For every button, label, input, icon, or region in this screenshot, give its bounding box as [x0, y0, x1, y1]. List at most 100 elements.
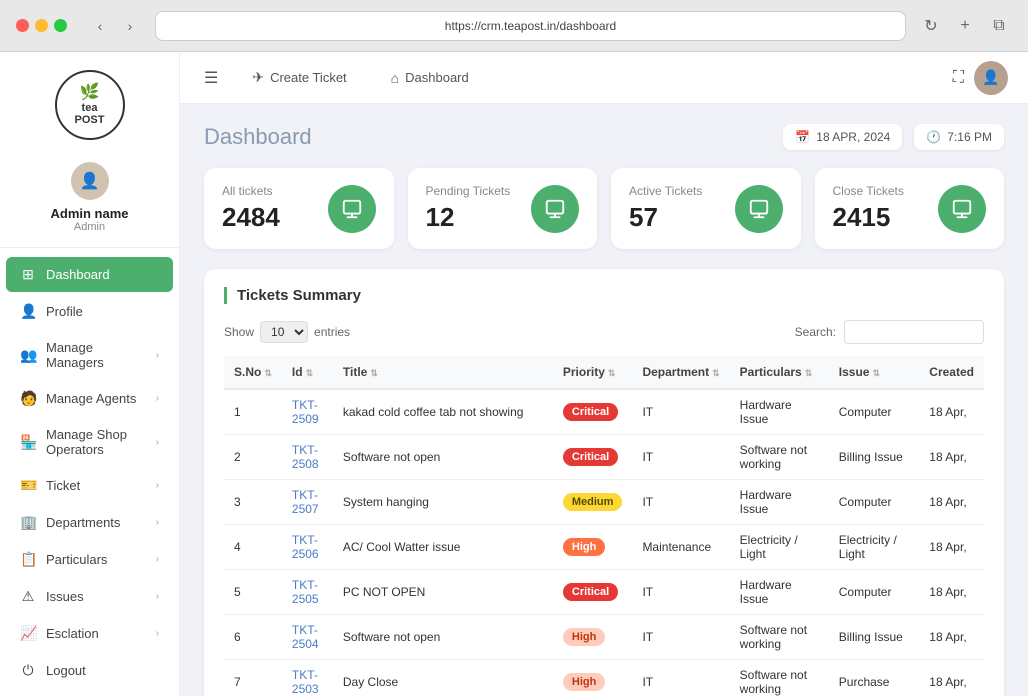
- sidebar-item-particulars[interactable]: 📋 Particulars ›: [6, 542, 173, 577]
- ticket-id-link[interactable]: TKT-2509: [292, 398, 319, 426]
- cell-id: TKT-2504: [282, 615, 333, 660]
- table-controls: Show 10 25 50 entries Search:: [224, 320, 984, 344]
- refresh-button[interactable]: ↻: [918, 13, 944, 39]
- ticket-id-link[interactable]: TKT-2507: [292, 488, 319, 516]
- stat-card-closed: Close Tickets 2415: [815, 168, 1005, 249]
- ticket-id-link[interactable]: TKT-2503: [292, 668, 319, 696]
- sidebar-item-label: Ticket: [46, 478, 80, 493]
- tickets-table: S.No⇅ Id⇅ Title⇅ Priority⇅ Department⇅ P…: [224, 356, 984, 696]
- cell-issue: Purchase: [829, 660, 920, 696]
- col-sno: S.No⇅: [224, 356, 282, 389]
- cell-issue: Computer: [829, 480, 920, 525]
- cell-sno: 1: [224, 389, 282, 435]
- cell-created: 18 Apr,: [919, 480, 984, 525]
- cell-particulars: Hardware Issue: [730, 570, 829, 615]
- sidebar-item-logout[interactable]: ⏻ Logout: [6, 653, 173, 688]
- sidebar-item-label: Profile: [46, 304, 83, 319]
- chevron-right-icon: ›: [156, 517, 159, 528]
- address-bar[interactable]: https://crm.teapost.in/dashboard: [155, 11, 906, 41]
- dashboard-nav-button[interactable]: ⌂ Dashboard: [377, 64, 483, 92]
- dashboard-header: Dashboard 📅 18 APR, 2024 🕐 7:16 PM: [204, 124, 1004, 150]
- user-avatar[interactable]: 👤: [974, 61, 1008, 95]
- date-pill: 📅 18 APR, 2024: [783, 124, 902, 150]
- cell-title: AC/ Cool Watter issue: [333, 525, 553, 570]
- chevron-right-icon: ›: [156, 393, 159, 404]
- cell-priority: Medium: [553, 480, 633, 525]
- cell-priority: High: [553, 525, 633, 570]
- sidebar-item-issues[interactable]: ⚠ Issues ›: [6, 579, 173, 614]
- logo: 🌿 tea POST: [55, 70, 125, 140]
- show-label: Show: [224, 325, 254, 339]
- chevron-right-icon: ›: [156, 628, 159, 639]
- cell-issue: Billing Issue: [829, 435, 920, 480]
- col-title: Title⇅: [333, 356, 553, 389]
- dashboard-nav-icon: ⌂: [391, 70, 399, 86]
- traffic-lights: [16, 19, 67, 32]
- app-wrapper: 🌿 tea POST 👤 Admin name Admin ⊞ Dashboar…: [0, 52, 1028, 696]
- cell-priority: High: [553, 660, 633, 696]
- logout-icon: ⏻: [20, 662, 36, 679]
- cell-department: IT: [632, 435, 729, 480]
- priority-badge: Critical: [563, 583, 618, 601]
- cell-sno: 7: [224, 660, 282, 696]
- stat-label: Active Tickets: [629, 184, 702, 198]
- top-bar: ☰ ✈ Create Ticket ⌂ Dashboard ⛶ 👤: [180, 52, 1028, 104]
- expand-button[interactable]: ⛶: [953, 69, 964, 87]
- cell-title: Software not open: [333, 435, 553, 480]
- sidebar-item-escalation[interactable]: 📈 Esclation ›: [6, 616, 173, 651]
- cell-id: TKT-2506: [282, 525, 333, 570]
- forward-button[interactable]: ›: [117, 13, 143, 39]
- logo-area: 🌿 tea POST: [0, 52, 179, 152]
- stat-label: All tickets: [222, 184, 280, 198]
- search-input[interactable]: [844, 320, 984, 344]
- cell-sno: 5: [224, 570, 282, 615]
- chevron-right-icon: ›: [156, 554, 159, 565]
- ticket-id-link[interactable]: TKT-2504: [292, 623, 319, 651]
- sidebar-item-manage-managers[interactable]: 👥 Manage Managers ›: [6, 331, 173, 379]
- stat-value: 12: [426, 202, 511, 233]
- entries-select[interactable]: 10 25 50: [260, 321, 308, 343]
- ticket-id-link[interactable]: TKT-2508: [292, 443, 319, 471]
- time-value: 7:16 PM: [947, 130, 992, 144]
- create-ticket-icon: ✈: [252, 69, 264, 86]
- table-row: 3 TKT-2507 System hanging Medium IT Hard…: [224, 480, 984, 525]
- cell-id: TKT-2505: [282, 570, 333, 615]
- hamburger-button[interactable]: ☰: [200, 64, 222, 92]
- ticket-id-link[interactable]: TKT-2505: [292, 578, 319, 606]
- create-ticket-button[interactable]: ✈ Create Ticket: [238, 63, 360, 92]
- back-button[interactable]: ‹: [87, 13, 113, 39]
- new-tab-button[interactable]: +: [952, 13, 978, 39]
- table-body: 1 TKT-2509 kakad cold coffee tab not sho…: [224, 389, 984, 696]
- cell-id: TKT-2507: [282, 480, 333, 525]
- ticket-icon: 🎫: [20, 477, 36, 494]
- top-bar-right: ⛶ 👤: [953, 61, 1008, 95]
- dashboard-body: Dashboard 📅 18 APR, 2024 🕐 7:16 PM: [180, 104, 1028, 696]
- stat-value: 2415: [833, 202, 904, 233]
- sidebar-item-label: Manage Agents: [46, 391, 136, 406]
- page-title: Dashboard: [204, 124, 312, 150]
- sidebar-item-ticket[interactable]: 🎫 Ticket ›: [6, 468, 173, 503]
- duplicate-tab-button[interactable]: ⧉: [986, 13, 1012, 39]
- priority-badge: High: [563, 628, 605, 646]
- traffic-light-yellow[interactable]: [35, 19, 48, 32]
- sidebar-item-departments[interactable]: 🏢 Departments ›: [6, 505, 173, 540]
- sidebar-item-profile[interactable]: 👤 Profile: [6, 294, 173, 329]
- chevron-right-icon: ›: [156, 480, 159, 491]
- stat-icon: [938, 185, 986, 233]
- nav-arrows: ‹ ›: [87, 13, 143, 39]
- cell-title: System hanging: [333, 480, 553, 525]
- sidebar-item-label: Esclation: [46, 626, 99, 641]
- traffic-light-red[interactable]: [16, 19, 29, 32]
- sidebar-item-dashboard[interactable]: ⊞ Dashboard: [6, 257, 173, 292]
- ticket-id-link[interactable]: TKT-2506: [292, 533, 319, 561]
- cell-department: IT: [632, 615, 729, 660]
- cell-department: IT: [632, 389, 729, 435]
- dashboard-nav-label: Dashboard: [405, 70, 469, 85]
- profile-icon: 👤: [20, 303, 36, 320]
- clock-icon: 🕐: [926, 130, 941, 144]
- traffic-light-green[interactable]: [54, 19, 67, 32]
- cell-created: 18 Apr,: [919, 570, 984, 615]
- sidebar-item-manage-agents[interactable]: 🧑 Manage Agents ›: [6, 381, 173, 416]
- sidebar-item-manage-shop-operators[interactable]: 🏪 Manage Shop Operators ›: [6, 418, 173, 466]
- cell-created: 18 Apr,: [919, 660, 984, 696]
